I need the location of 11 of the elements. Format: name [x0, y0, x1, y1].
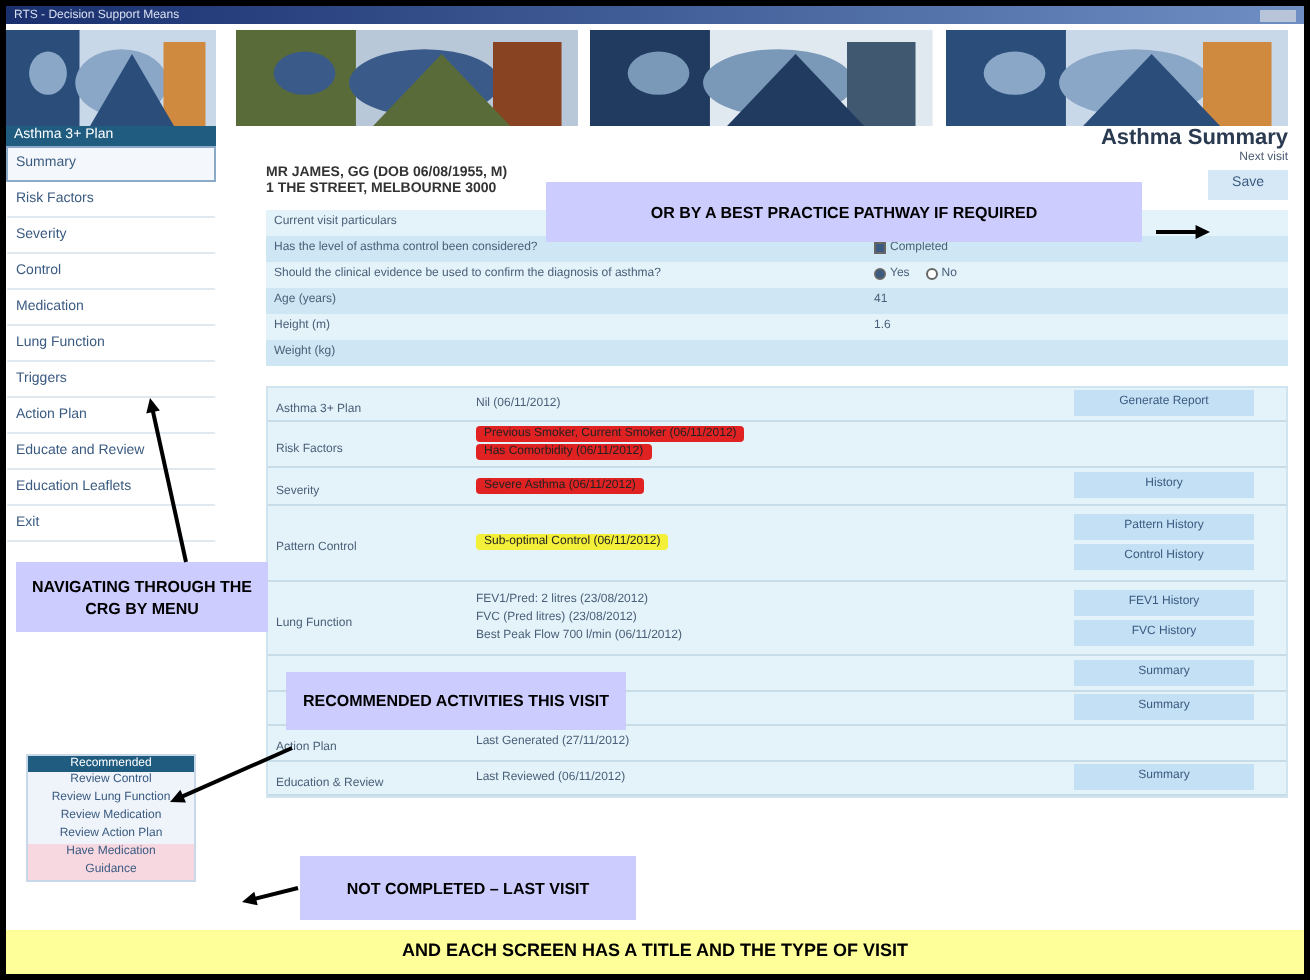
radio-button[interactable]	[925, 268, 938, 280]
callout-box: NOT COMPLETED – LAST VISIT	[300, 856, 636, 920]
checkbox[interactable]	[874, 242, 886, 254]
callout-box: NAVIGATING THROUGH THE CRG BY MENU	[16, 562, 268, 632]
pointer-arrow	[1156, 225, 1210, 239]
callout-box: RECOMMENDED ACTIVITIES THIS VISIT	[286, 672, 626, 730]
footer-banner: AND EACH SCREEN HAS A TITLE AND THE TYPE OF VISIT	[6, 930, 1304, 974]
callout-box: OR BY A BEST PRACTICE PATHWAY IF REQUIRED	[546, 182, 1142, 242]
page-title: Asthma Summary	[1100, 126, 1288, 150]
pointer-arrow	[242, 886, 299, 906]
radio-button[interactable]	[874, 268, 886, 280]
